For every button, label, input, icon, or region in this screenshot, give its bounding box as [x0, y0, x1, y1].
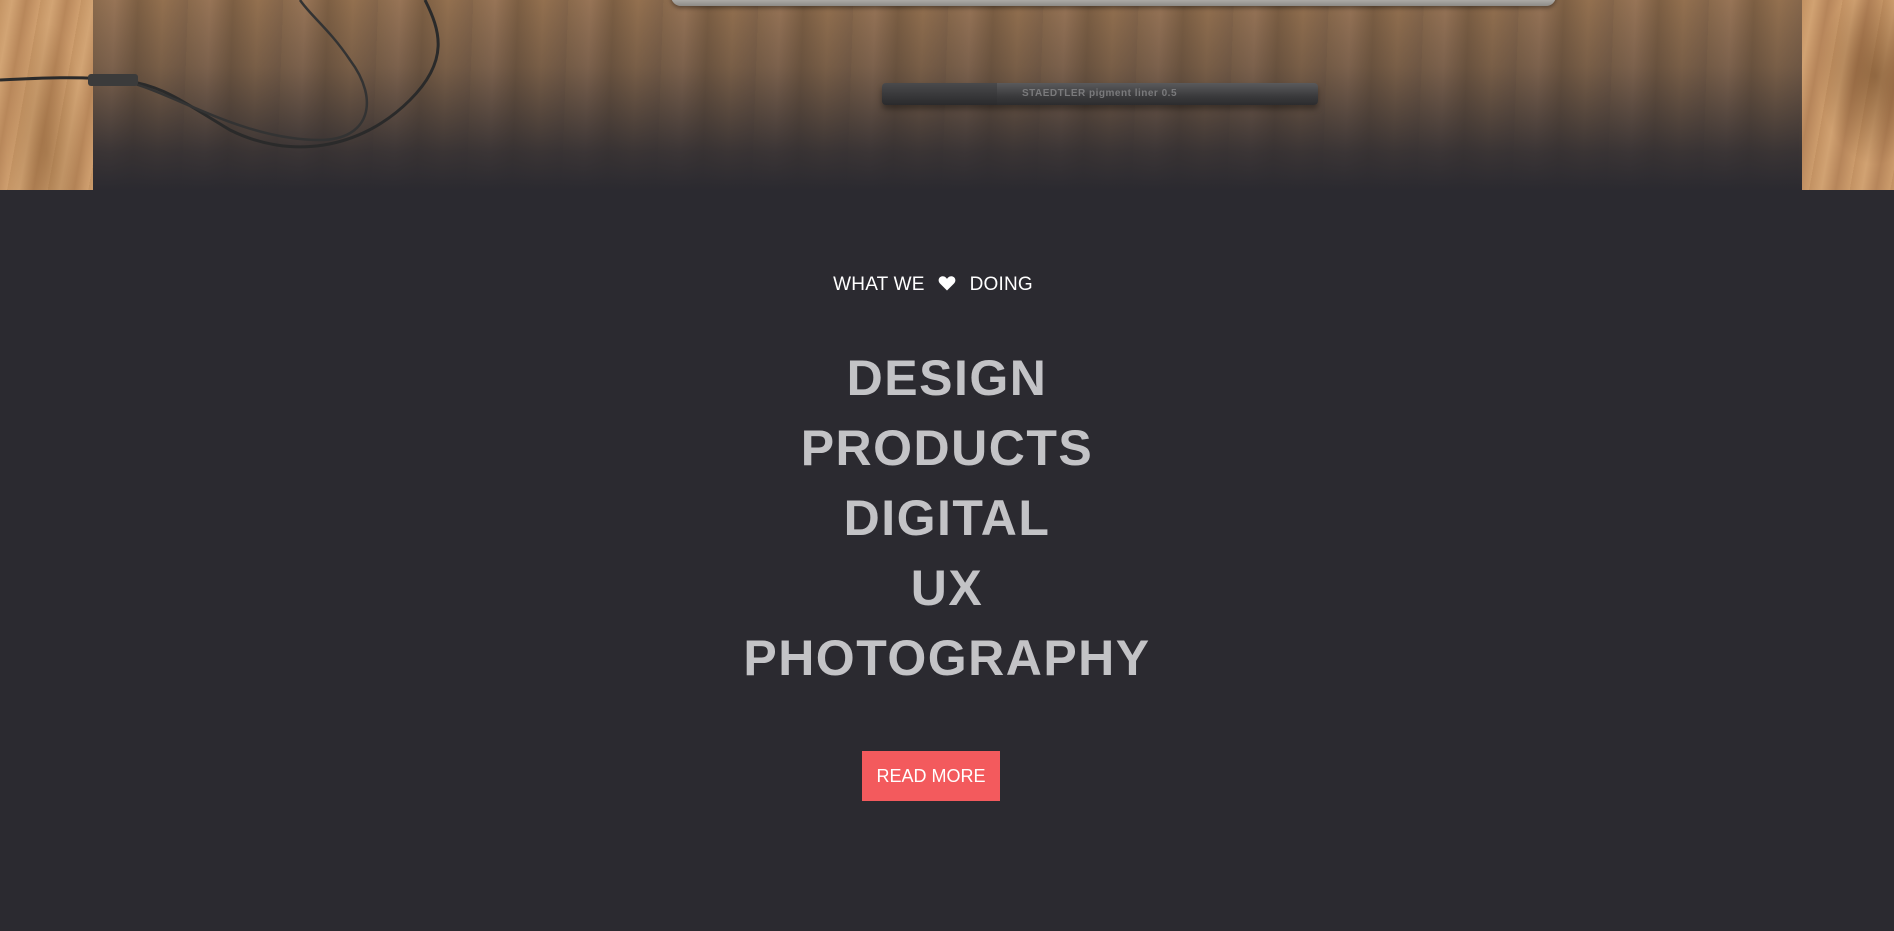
pen-cap	[882, 83, 997, 105]
service-item: DESIGN	[846, 350, 1048, 406]
page: STAEDTLER pigment liner 0.5 WHAT WE DOIN…	[0, 0, 1894, 931]
wood-texture-right	[1802, 0, 1894, 190]
hero-desk-photo: STAEDTLER pigment liner 0.5	[0, 0, 1894, 190]
laptop-edge	[671, 0, 1556, 6]
tagline-text-after: DOING	[969, 274, 1033, 295]
read-more-button[interactable]: READ MORE	[862, 751, 1000, 801]
tagline-text-before: WHAT WE	[833, 274, 925, 295]
section-tagline: WHAT WE DOING	[0, 274, 1866, 296]
service-item: PHOTOGRAPHY	[743, 630, 1151, 686]
service-item: DIGITAL	[843, 490, 1051, 546]
service-item: PRODUCTS	[800, 420, 1094, 476]
services-list: DESIGN PRODUCTS DIGITAL UX PHOTOGRAPHY	[0, 343, 1894, 693]
heart-icon	[938, 276, 956, 291]
pen-image: STAEDTLER pigment liner 0.5	[882, 83, 1318, 105]
pen-label: STAEDTLER pigment liner 0.5	[1022, 88, 1177, 99]
cable-image	[0, 0, 440, 149]
service-item: UX	[910, 560, 984, 616]
